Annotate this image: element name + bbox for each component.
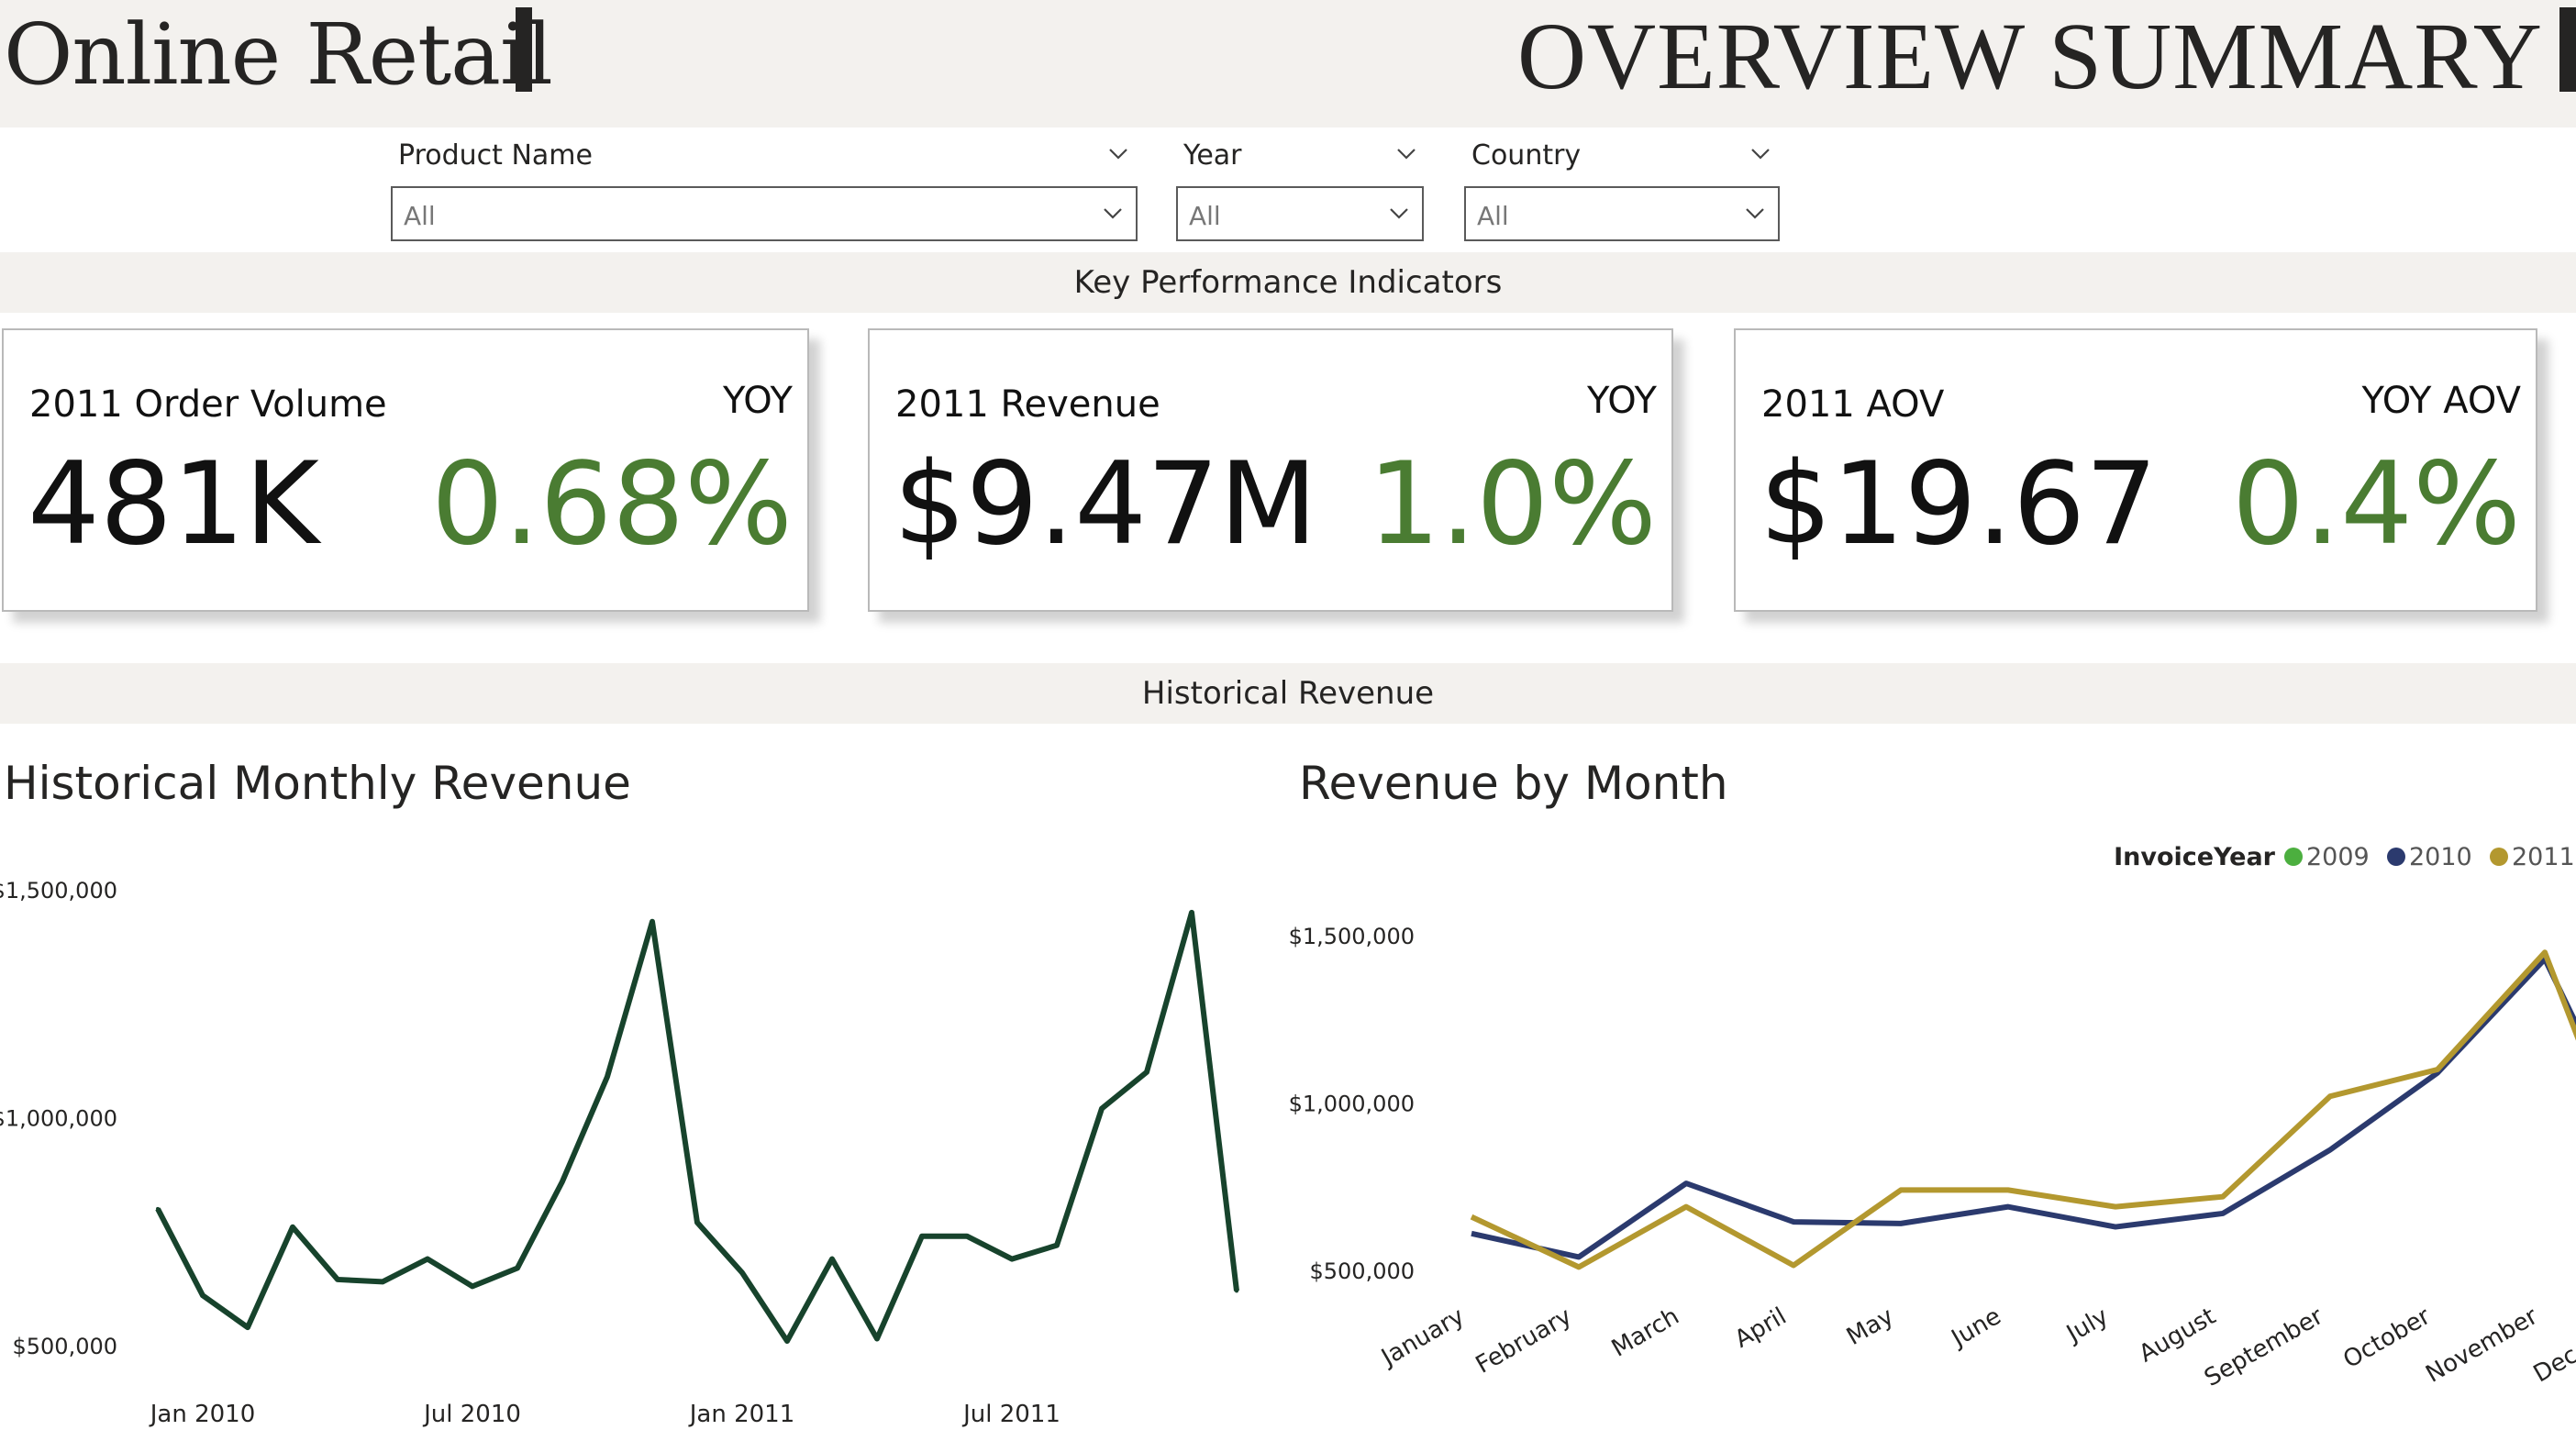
legend-label: 2009 (2306, 843, 2370, 871)
x-tick-label: October (2338, 1302, 2435, 1374)
data-point (381, 1280, 384, 1284)
slicer-product-value: All (404, 201, 436, 231)
series-line-2010 (1471, 956, 2576, 1260)
data-point (1010, 1257, 1014, 1261)
data-point (471, 1284, 474, 1289)
data-point (246, 1325, 250, 1330)
data-point (830, 1257, 834, 1261)
x-tick-label: Jul 2011 (961, 1401, 1060, 1428)
data-point (291, 1225, 294, 1229)
legend-marker (2284, 848, 2303, 866)
chevron-down-icon[interactable] (1108, 143, 1128, 163)
chart-title-by-month: Revenue by Month (1299, 757, 1728, 810)
kpi-yoy-value: 1.0% (1367, 438, 1657, 571)
kpi-label: 2011 Order Volume (29, 383, 387, 426)
data-point (156, 1206, 160, 1211)
x-tick-label: August (2135, 1302, 2221, 1368)
data-point (1235, 1289, 1238, 1293)
slicer-product-dropdown[interactable]: All (391, 186, 1138, 241)
data-point (965, 1234, 969, 1238)
kpi-value: $19.67 (1760, 438, 2158, 571)
y-tick-label: $1,500,000 (1289, 924, 1415, 949)
kpi-card-revenue: 2011 Revenue YOY $9.47M 1.0% (868, 328, 1673, 612)
chevron-down-icon (1390, 208, 1408, 219)
page-title: Online Retail (4, 6, 553, 104)
data-point (561, 1180, 564, 1184)
slicer-country-value: All (1477, 201, 1509, 231)
data-point (785, 1339, 789, 1344)
x-tick-label: April (1730, 1302, 1791, 1354)
x-tick-label: March (1607, 1302, 1684, 1363)
slicer-country-label: Country (1471, 139, 1582, 172)
x-tick-label: Jul 2010 (422, 1401, 521, 1428)
chart-title-historical: Historical Monthly Revenue (4, 757, 631, 810)
kpi-yoy-label: YOY (723, 380, 793, 422)
x-tick-label: May (1842, 1302, 1899, 1351)
slicer-product-label: Product Name (398, 139, 593, 172)
page-subtitle: OVERVIEW SUMMARY (1516, 4, 2543, 109)
slicer-country-dropdown[interactable]: All (1464, 186, 1780, 241)
data-point (875, 1336, 879, 1341)
legend-marker (2387, 848, 2405, 866)
y-tick-label: $1,000,000 (1289, 1092, 1415, 1117)
x-tick-label: July (2060, 1302, 2113, 1348)
chevron-down-icon (1746, 208, 1764, 219)
data-point (650, 919, 654, 924)
x-tick-label: January (1375, 1302, 1469, 1372)
x-tick-label: Jan 2011 (688, 1401, 795, 1428)
kpi-value: 481K (28, 438, 319, 571)
kpi-yoy-label: YOY (1587, 380, 1657, 422)
chevron-down-icon (1104, 208, 1122, 219)
slicer-year-value: All (1189, 201, 1221, 231)
y-tick-label: $1,000,000 (0, 1106, 117, 1132)
chevron-down-icon[interactable] (1396, 143, 1416, 163)
subtitle-cursor-bar (2559, 7, 2576, 92)
kpi-yoy-value: 0.4% (2231, 438, 2521, 571)
data-point (1055, 1243, 1059, 1247)
chevron-down-icon[interactable] (1750, 143, 1771, 163)
x-tick-label: November (2421, 1302, 2542, 1389)
data-point (1100, 1106, 1104, 1111)
slicer-year-label: Year (1183, 139, 1242, 172)
x-tick-label: Jan 2010 (149, 1401, 256, 1428)
legend-marker (2490, 848, 2508, 866)
revenue-by-month-chart: InvoiceYear 2009 2010 2011 $500,000 $1,000,00… (1289, 843, 2576, 1392)
kpi-card-order-volume: 2011 Order Volume YOY 481K 0.68% (2, 328, 809, 612)
kpi-yoy-value: 0.68% (431, 438, 793, 571)
x-tick-label: September (2200, 1302, 2328, 1392)
kpi-value: $9.47M (894, 438, 1317, 571)
slicer-year-dropdown[interactable]: All (1176, 186, 1424, 241)
x-tick-label: February (1471, 1302, 1577, 1380)
data-point (516, 1266, 519, 1270)
data-point (740, 1270, 744, 1275)
legend-label: 2010 (2409, 843, 2472, 871)
section-kpi-band: Key Performance Indicators (0, 252, 2576, 313)
title-cursor-bar (516, 7, 532, 92)
y-tick-label: $1,500,000 (0, 878, 117, 903)
y-tick-label: $500,000 (1309, 1258, 1415, 1284)
historical-revenue-line (155, 909, 1239, 1345)
data-point (1145, 1070, 1149, 1074)
legend-title: InvoiceYear (2114, 843, 2276, 871)
data-point (605, 1074, 609, 1079)
data-point (1190, 910, 1194, 914)
data-point (201, 1293, 205, 1298)
data-point (336, 1277, 339, 1281)
data-point (920, 1234, 924, 1238)
legend-label: 2011 (2512, 843, 2575, 871)
historical-revenue-chart: $500,000 $1,000,000 $1,500,000 Jan 2010 Jul … (0, 878, 1239, 1428)
x-tick-label: June (1946, 1302, 2006, 1353)
kpi-card-aov: 2011 AOV YOY AOV $19.67 0.4% (1734, 328, 2537, 612)
section-historical-band: Historical Revenue (0, 663, 2576, 724)
y-tick-label: $500,000 (12, 1334, 117, 1359)
data-point (426, 1257, 429, 1261)
kpi-label: 2011 AOV (1761, 383, 1945, 426)
data-point (695, 1220, 699, 1225)
kpi-label: 2011 Revenue (895, 383, 1160, 426)
kpi-yoy-label: YOY AOV (2361, 380, 2522, 422)
